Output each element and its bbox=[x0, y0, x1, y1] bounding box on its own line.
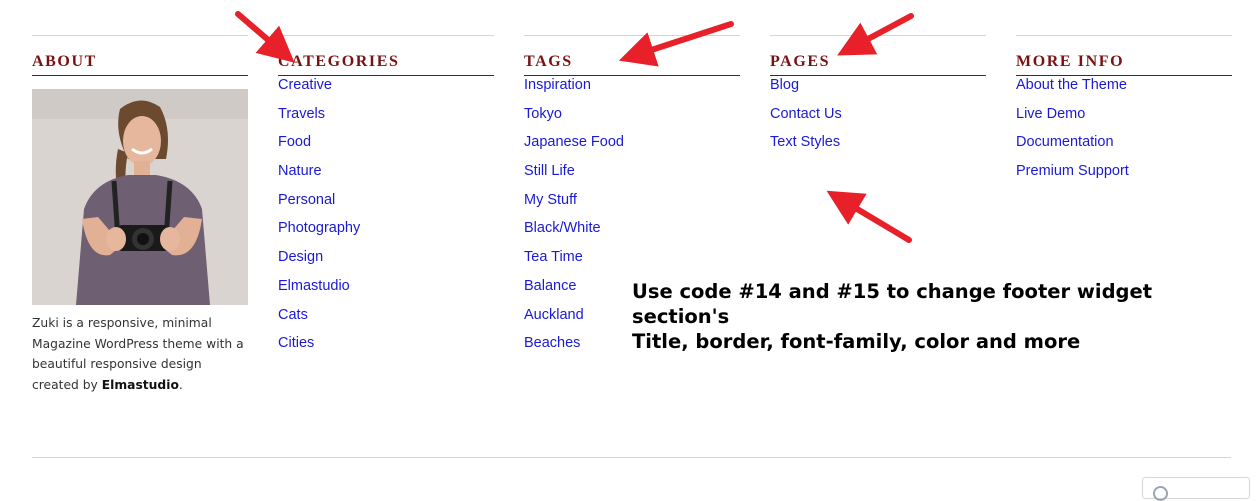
annotation-note: Use code #14 and #15 to change footer wi… bbox=[632, 279, 1252, 354]
more-info-widget: MORE INFO About the Theme Live Demo Docu… bbox=[1016, 35, 1232, 191]
footer-divider bbox=[32, 457, 1231, 458]
list-item: My Stuff bbox=[524, 191, 740, 220]
info-link[interactable]: Documentation bbox=[1016, 134, 1114, 150]
category-link[interactable]: Elmastudio bbox=[278, 278, 350, 294]
list-item: Black/White bbox=[524, 219, 740, 248]
categories-widget: CATEGORIES Creative Travels Food Nature … bbox=[278, 35, 494, 363]
category-link[interactable]: Design bbox=[278, 249, 323, 265]
list-item: Documentation bbox=[1016, 133, 1232, 162]
list-item: Japanese Food bbox=[524, 133, 740, 162]
tag-link[interactable]: Balance bbox=[524, 278, 576, 294]
category-link[interactable]: Nature bbox=[278, 163, 322, 179]
categories-widget-title: CATEGORIES bbox=[278, 36, 494, 76]
category-link[interactable]: Personal bbox=[278, 192, 335, 208]
list-item: Nature bbox=[278, 162, 494, 191]
tag-link[interactable]: Tokyo bbox=[524, 106, 562, 122]
list-item: Live Demo bbox=[1016, 105, 1232, 134]
category-link[interactable]: Creative bbox=[278, 77, 332, 93]
list-item: Cities bbox=[278, 334, 494, 363]
list-item: Design bbox=[278, 248, 494, 277]
list-item: Creative bbox=[278, 76, 494, 105]
pages-widget: PAGES Blog Contact Us Text Styles bbox=[770, 35, 986, 162]
more-info-list: About the Theme Live Demo Documentation … bbox=[1016, 76, 1232, 191]
list-item: Personal bbox=[278, 191, 494, 220]
list-item: About the Theme bbox=[1016, 76, 1232, 105]
tags-widget-title: TAGS bbox=[524, 36, 740, 76]
list-item: Premium Support bbox=[1016, 162, 1232, 191]
annotation-line-1: Use code #14 and #15 to change footer wi… bbox=[632, 280, 1153, 328]
category-link[interactable]: Food bbox=[278, 134, 311, 150]
pages-list: Blog Contact Us Text Styles bbox=[770, 76, 986, 162]
about-widget-title: ABOUT bbox=[32, 36, 248, 76]
list-item: Tea Time bbox=[524, 248, 740, 277]
tag-link[interactable]: Black/White bbox=[524, 220, 601, 236]
page-link[interactable]: Contact Us bbox=[770, 106, 842, 122]
tag-link[interactable]: Inspiration bbox=[524, 77, 591, 93]
tag-link[interactable]: Tea Time bbox=[524, 249, 583, 265]
categories-list: Creative Travels Food Nature Personal Ph… bbox=[278, 76, 494, 363]
tag-link[interactable]: Still Life bbox=[524, 163, 575, 179]
corner-widget-button[interactable] bbox=[1142, 477, 1250, 501]
list-item: Elmastudio bbox=[278, 277, 494, 306]
list-item: Text Styles bbox=[770, 133, 986, 162]
list-item: Travels bbox=[278, 105, 494, 134]
list-item: Photography bbox=[278, 219, 494, 248]
tag-link[interactable]: Auckland bbox=[524, 307, 584, 323]
category-link[interactable]: Travels bbox=[278, 106, 325, 122]
page-link[interactable]: Text Styles bbox=[770, 134, 840, 150]
list-item: Food bbox=[278, 133, 494, 162]
about-author-link[interactable]: Elmastudio bbox=[102, 378, 179, 392]
list-item: Tokyo bbox=[524, 105, 740, 134]
category-link[interactable]: Photography bbox=[278, 220, 360, 236]
tag-link[interactable]: Japanese Food bbox=[524, 134, 624, 150]
about-text-end: . bbox=[178, 377, 183, 392]
list-item: Still Life bbox=[524, 162, 740, 191]
list-item: Cats bbox=[278, 306, 494, 335]
more-info-widget-title: MORE INFO bbox=[1016, 36, 1232, 76]
category-link[interactable]: Cities bbox=[278, 335, 314, 351]
about-widget: ABOUT Zuki is a responsive, minimal Maga… bbox=[32, 35, 248, 395]
category-link[interactable]: Cats bbox=[278, 307, 308, 323]
info-link[interactable]: Premium Support bbox=[1016, 163, 1129, 179]
list-item: Contact Us bbox=[770, 105, 986, 134]
annotation-line-2: Title, border, font-family, color and mo… bbox=[632, 330, 1081, 353]
list-item: Inspiration bbox=[524, 76, 740, 105]
about-description: Zuki is a responsive, minimal Magazine W… bbox=[32, 313, 248, 395]
tag-link[interactable]: My Stuff bbox=[524, 192, 577, 208]
list-item: Blog bbox=[770, 76, 986, 105]
arrow-annotation-icon bbox=[826, 190, 912, 243]
about-photo bbox=[32, 89, 248, 305]
info-link[interactable]: Live Demo bbox=[1016, 106, 1085, 122]
page-link[interactable]: Blog bbox=[770, 77, 799, 93]
info-link[interactable]: About the Theme bbox=[1016, 77, 1127, 93]
woman-photo-illustration bbox=[32, 89, 248, 305]
search-icon bbox=[1153, 486, 1168, 501]
pages-widget-title: PAGES bbox=[770, 36, 986, 76]
tag-link[interactable]: Beaches bbox=[524, 335, 580, 351]
